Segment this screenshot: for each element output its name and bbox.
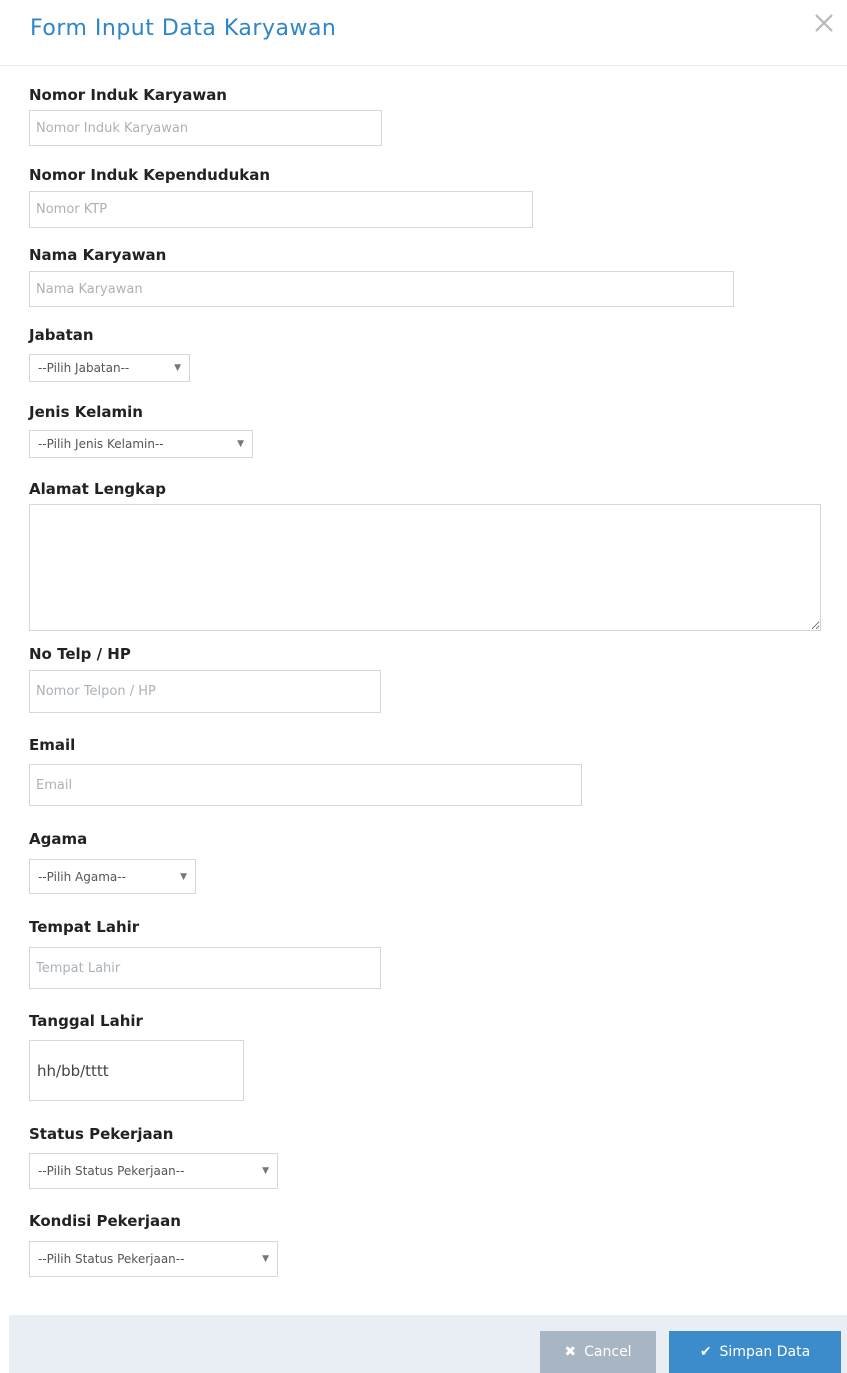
chevron-down-icon: ▼ [262, 1254, 269, 1264]
chevron-down-icon: ▼ [262, 1166, 269, 1176]
kondisi-pekerjaan-label: Kondisi Pekerjaan [29, 1212, 181, 1230]
status-pekerjaan-select-value: --Pilih Status Pekerjaan-- [38, 1164, 185, 1178]
kondisi-pekerjaan-select[interactable]: --Pilih Status Pekerjaan-- ▼ [29, 1241, 278, 1277]
tanggal-lahir-value: hh/bb/tttt [37, 1061, 109, 1080]
cancel-button[interactable]: ✖ Cancel [540, 1331, 656, 1373]
nama-label: Nama Karyawan [29, 246, 167, 264]
tanggal-lahir-input[interactable]: hh/bb/tttt [29, 1040, 244, 1101]
times-icon: ✖ [564, 1344, 577, 1360]
jabatan-select-value: --Pilih Jabatan-- [38, 361, 130, 375]
telp-input[interactable] [29, 670, 381, 713]
kondisi-pekerjaan-select-value: --Pilih Status Pekerjaan-- [38, 1252, 185, 1266]
nik-input[interactable] [29, 110, 382, 146]
save-button[interactable]: ✔ Simpan Data [669, 1331, 841, 1373]
email-label: Email [29, 736, 76, 754]
ktp-input[interactable] [29, 191, 533, 228]
agama-label: Agama [29, 830, 88, 848]
jenis-kelamin-select[interactable]: --Pilih Jenis Kelamin-- ▼ [29, 430, 253, 458]
tempat-lahir-label: Tempat Lahir [29, 918, 140, 936]
jabatan-label: Jabatan [29, 326, 94, 344]
agama-select[interactable]: --Pilih Agama-- ▼ [29, 859, 196, 894]
chevron-down-icon: ▼ [237, 439, 244, 449]
jenis-kelamin-select-value: --Pilih Jenis Kelamin-- [38, 437, 164, 451]
modal-title: Form Input Data Karyawan [30, 16, 337, 41]
alamat-textarea[interactable] [29, 504, 821, 631]
email-input[interactable] [29, 764, 582, 806]
jenis-kelamin-label: Jenis Kelamin [29, 403, 143, 421]
alamat-label: Alamat Lengkap [29, 480, 166, 498]
chevron-down-icon: ▼ [180, 871, 187, 882]
close-icon[interactable] [813, 12, 835, 34]
status-pekerjaan-label: Status Pekerjaan [29, 1125, 174, 1143]
tanggal-lahir-label: Tanggal Lahir [29, 1012, 143, 1030]
status-pekerjaan-select[interactable]: --Pilih Status Pekerjaan-- ▼ [29, 1153, 278, 1189]
jabatan-select[interactable]: --Pilih Jabatan-- ▼ [29, 354, 190, 382]
modal-header: Form Input Data Karyawan [0, 0, 847, 66]
nik-label: Nomor Induk Karyawan [29, 86, 227, 104]
cancel-button-label: Cancel [584, 1344, 632, 1360]
telp-label: No Telp / HP [29, 645, 131, 663]
save-button-label: Simpan Data [719, 1344, 811, 1360]
agama-select-value: --Pilih Agama-- [38, 869, 126, 884]
chevron-down-icon: ▼ [174, 363, 181, 373]
ktp-label: Nomor Induk Kependudukan [29, 166, 271, 184]
check-icon: ✔ [699, 1344, 712, 1360]
nama-input[interactable] [29, 271, 734, 307]
tempat-lahir-input[interactable] [29, 947, 381, 989]
